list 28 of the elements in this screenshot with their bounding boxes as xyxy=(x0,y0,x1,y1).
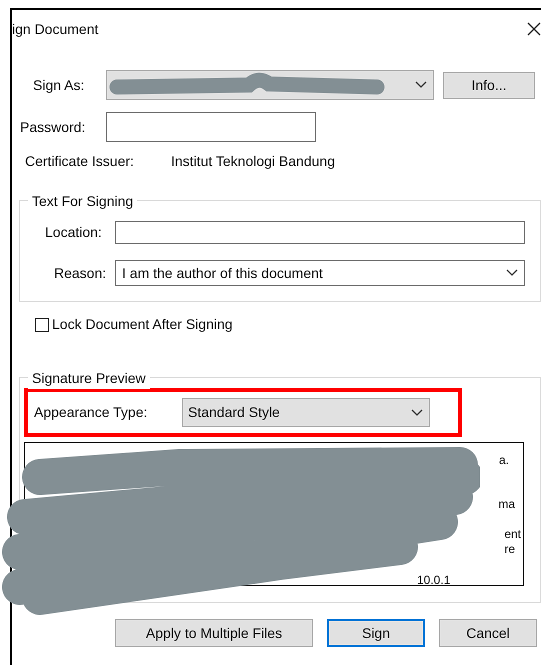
certificate-issuer-label: Certificate Issuer: xyxy=(25,152,135,171)
dialog-button[interactable]: Cancel xyxy=(439,619,537,647)
lock-document-label: Lock Document After Signing xyxy=(52,315,233,334)
dialog-button[interactable]: Sign xyxy=(327,619,425,647)
close-icon[interactable] xyxy=(527,22,541,36)
dialog-button[interactable]: Apply to Multiple Files xyxy=(115,619,313,647)
window-title: ign Document xyxy=(12,20,98,39)
info-button[interactable]: Info... xyxy=(443,72,535,98)
preview-text-fragment: a. xyxy=(498,452,509,469)
lock-document-checkbox[interactable] xyxy=(35,318,49,332)
appearance-type-dropdown[interactable]: Standard Style xyxy=(182,398,430,427)
sign-as-dropdown[interactable] xyxy=(106,70,434,100)
preview-text-fragment: 10.0.1 xyxy=(417,572,450,589)
password-label: Password: xyxy=(20,118,86,136)
appearance-type-label: Appearance Type: xyxy=(34,403,148,422)
chevron-down-icon xyxy=(415,81,427,89)
preview-text-fragment: re xyxy=(504,541,515,558)
reason-label: Reason: xyxy=(54,264,108,282)
password-field[interactable] xyxy=(106,112,316,142)
location-field[interactable] xyxy=(115,221,525,244)
chevron-down-icon xyxy=(506,269,518,277)
chevron-down-icon xyxy=(411,408,423,416)
reason-dropdown[interactable]: I am the author of this document xyxy=(115,260,525,286)
certificate-issuer-value: Institut Teknologi Bandung xyxy=(171,152,335,171)
location-label: Location: xyxy=(45,223,103,242)
sign-as-label: Sign As: xyxy=(33,76,86,95)
preview-text-fragment: ma xyxy=(498,496,515,513)
preview-text-fragment: ent xyxy=(504,526,521,543)
